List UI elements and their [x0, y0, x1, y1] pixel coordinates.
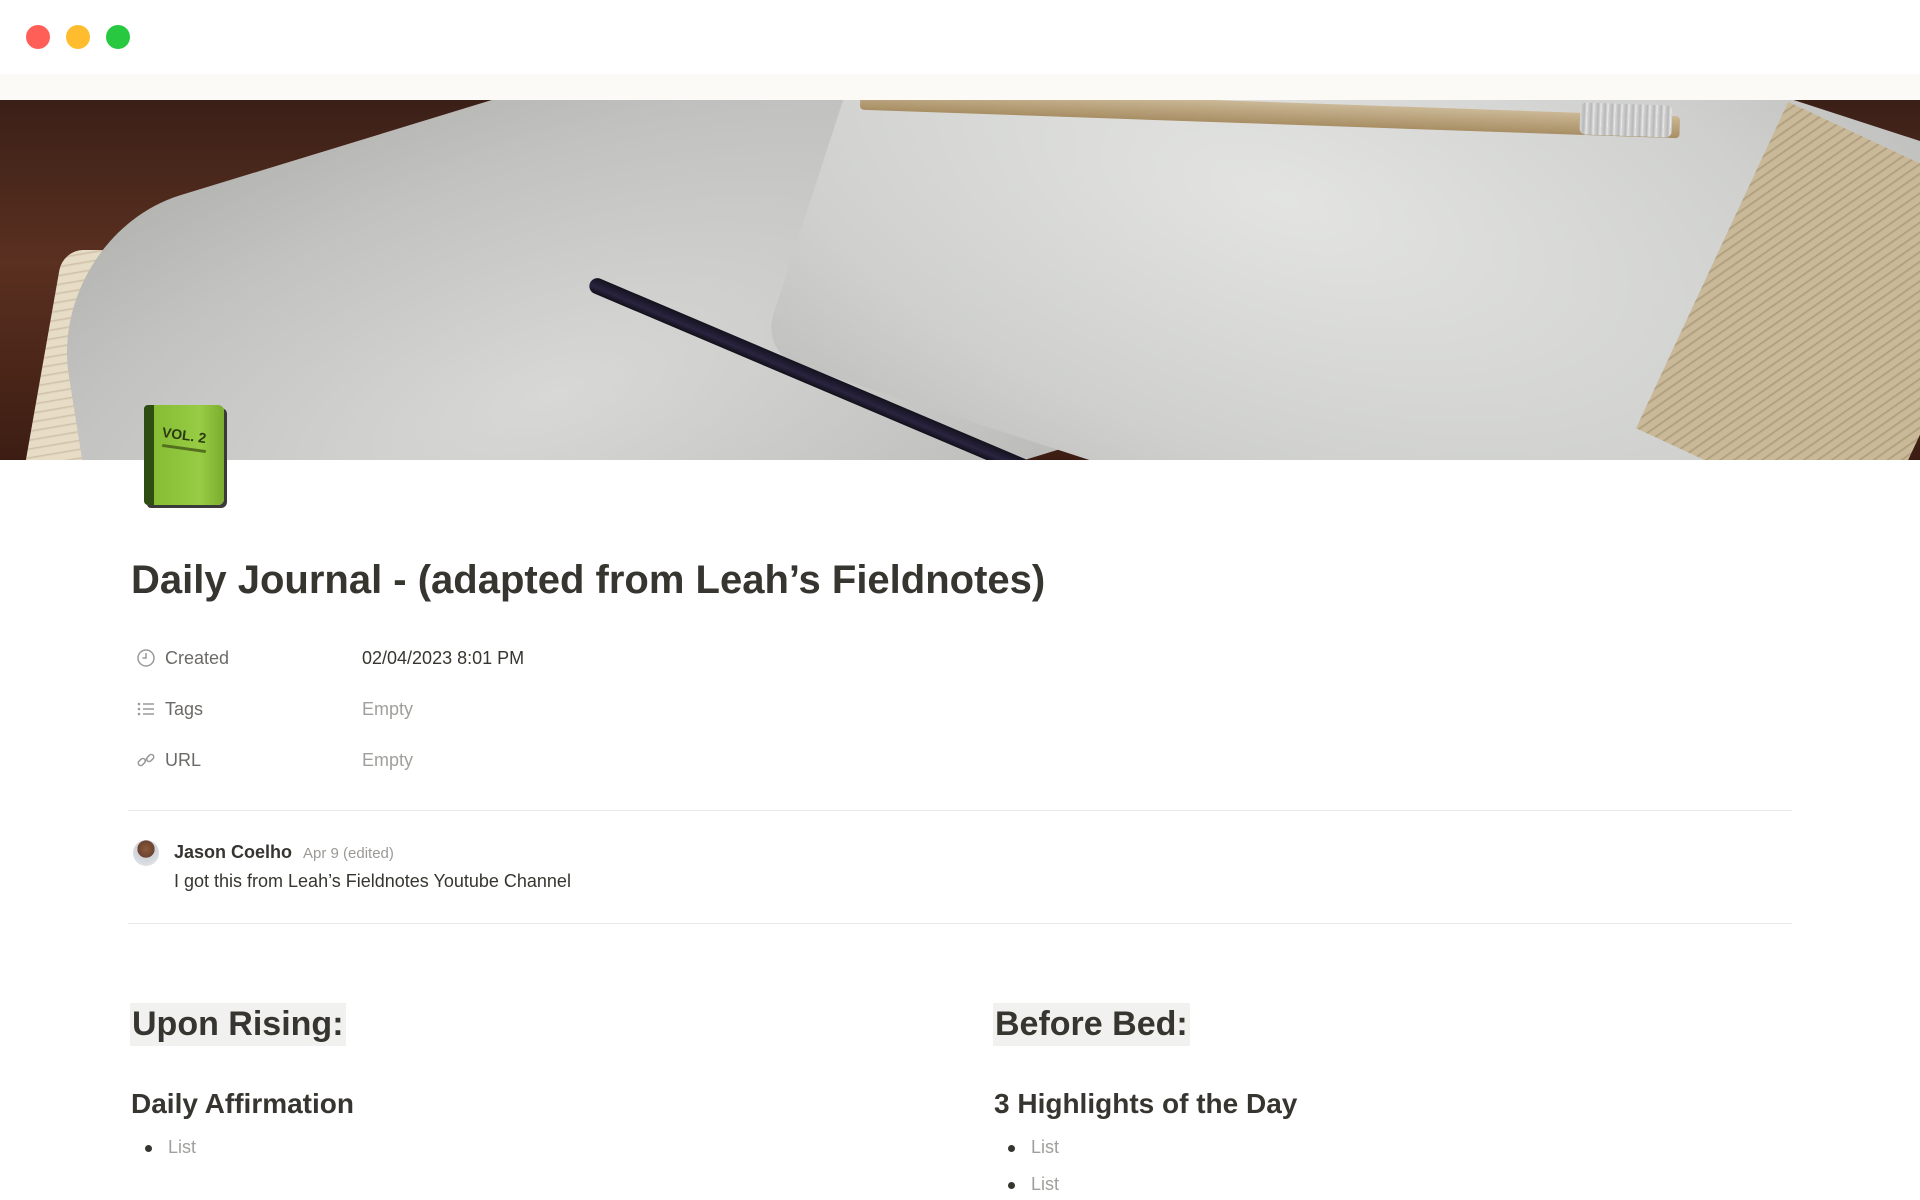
bullet-icon	[145, 1145, 152, 1152]
avatar[interactable]	[133, 840, 159, 866]
list-icon	[137, 702, 154, 716]
property-name: Tags	[165, 699, 204, 719]
subheading-3-highlights[interactable]: 3 Highlights of the Day	[994, 1088, 1297, 1120]
list-item-text[interactable]: List	[1031, 1137, 1059, 1158]
zoom-window-button[interactable]	[106, 25, 130, 49]
top-bar	[0, 74, 1920, 100]
minimize-window-button[interactable]	[66, 25, 90, 49]
property-created[interactable]: Created 02/04/2023 8:01 PM	[132, 640, 1132, 676]
heading-before-bed[interactable]: Before Bed:	[993, 1003, 1190, 1046]
page-title[interactable]: Daily Journal - (adapted from Leah’s Fie…	[131, 558, 1045, 603]
bullet-icon	[1008, 1182, 1015, 1189]
comment-date: Apr 9 (edited)	[303, 845, 394, 862]
comment-text: I got this from Leah’s Fieldnotes Youtub…	[174, 871, 571, 891]
subheading-daily-affirmation[interactable]: Daily Affirmation	[131, 1088, 354, 1120]
comment-author: Jason Coelho	[174, 842, 293, 862]
list-item[interactable]: List	[131, 1133, 531, 1163]
list-item-text[interactable]: List	[168, 1137, 196, 1158]
green-book-icon[interactable]: VOL. 2	[144, 405, 224, 505]
property-name: Created	[165, 648, 230, 668]
link-icon	[137, 753, 155, 767]
cover-pencil-ferrule	[1579, 102, 1673, 138]
property-tags[interactable]: Tags Empty	[132, 691, 1132, 727]
cover-image[interactable]	[0, 100, 1920, 460]
property-value[interactable]: Empty	[362, 699, 413, 720]
clock-icon	[137, 649, 155, 667]
book-icon-label: VOL. 2	[161, 423, 208, 447]
property-value[interactable]: 02/04/2023 8:01 PM	[362, 648, 524, 669]
divider	[128, 810, 1792, 811]
property-name: URL	[165, 750, 202, 770]
divider	[128, 923, 1792, 924]
bullet-icon	[1008, 1145, 1015, 1152]
close-window-button[interactable]	[26, 25, 50, 49]
property-value[interactable]: Empty	[362, 750, 413, 771]
window-titlebar	[0, 0, 1920, 74]
property-url[interactable]: URL Empty	[132, 742, 1132, 778]
heading-upon-rising[interactable]: Upon Rising:	[130, 1003, 346, 1046]
list-item[interactable]: List	[994, 1170, 1394, 1200]
list-item[interactable]: List	[994, 1133, 1394, 1163]
list-item-text[interactable]: List	[1031, 1174, 1059, 1195]
